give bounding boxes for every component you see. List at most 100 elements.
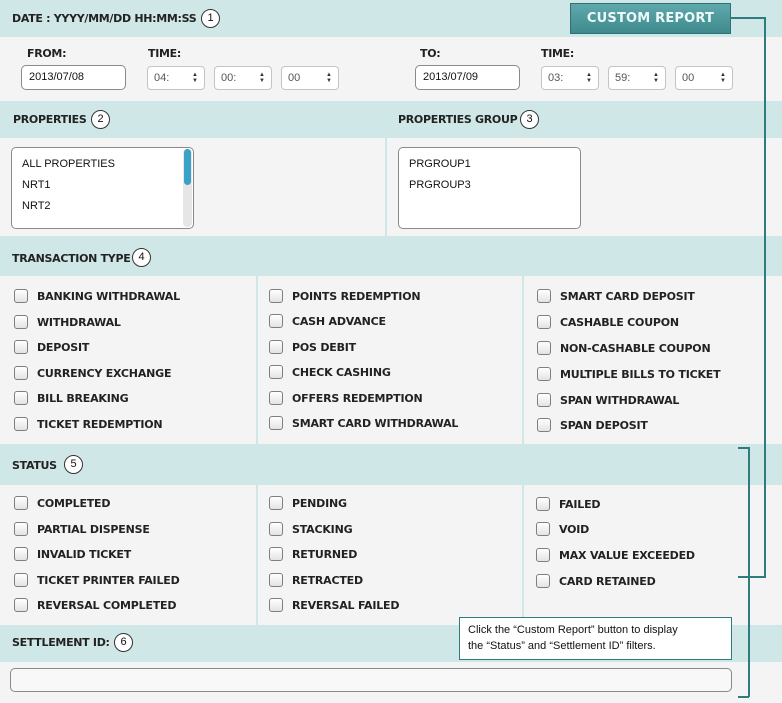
checkbox-unchecked-icon[interactable] xyxy=(14,289,28,303)
up-down-arrows-icon[interactable]: ▲ ▼ xyxy=(259,72,265,84)
from-minute-spinner[interactable]: 00: ▲ ▼ xyxy=(214,66,272,90)
annotation-callout: Click the “Custom Report” button to disp… xyxy=(459,617,732,660)
up-down-arrows-icon[interactable]: ▲ ▼ xyxy=(653,72,659,84)
checkbox-unchecked-icon[interactable] xyxy=(536,548,550,562)
checkbox-unchecked-icon[interactable] xyxy=(269,496,283,510)
scrollbar-thumb[interactable] xyxy=(184,149,191,185)
checkbox-label: CURRENCY EXCHANGE xyxy=(37,367,172,380)
from-label: FROM: xyxy=(27,47,67,60)
checkbox-unchecked-icon[interactable] xyxy=(269,598,283,612)
callout-number-4: 4 xyxy=(132,248,151,267)
to-second-spinner[interactable]: 00 ▲ ▼ xyxy=(675,66,733,90)
properties-listbox[interactable]: ALL PROPERTIES NRT1 NRT2 xyxy=(11,147,194,229)
status-divider-2 xyxy=(522,485,524,625)
to-label: TO: xyxy=(420,47,441,60)
checkbox-unchecked-icon[interactable] xyxy=(14,315,28,329)
checkbox-unchecked-icon[interactable] xyxy=(537,341,551,355)
checkbox-unchecked-icon[interactable] xyxy=(269,416,283,430)
checkbox-unchecked-icon[interactable] xyxy=(14,522,28,536)
checkbox-label: CASHABLE COUPON xyxy=(560,316,679,329)
checkbox-label: REVERSAL FAILED xyxy=(292,599,400,612)
callout-line-1: Click the “Custom Report” button to disp… xyxy=(468,624,678,636)
checkbox-unchecked-icon[interactable] xyxy=(269,522,283,536)
checkbox-unchecked-icon[interactable] xyxy=(269,365,283,379)
properties-scrollbar[interactable] xyxy=(183,149,192,227)
checkbox-label: MAX VALUE EXCEEDED xyxy=(559,549,695,562)
up-down-arrows-icon[interactable]: ▲ ▼ xyxy=(720,72,726,84)
checkbox-unchecked-icon[interactable] xyxy=(269,573,283,587)
checkbox-label: FAILED xyxy=(559,498,601,511)
callout-number-3: 3 xyxy=(520,110,539,129)
checkbox-unchecked-icon[interactable] xyxy=(536,522,550,536)
from-date-input[interactable]: 2013/07/08 xyxy=(21,65,126,90)
to-time-label: TIME: xyxy=(541,47,574,60)
checkbox-unchecked-icon[interactable] xyxy=(14,547,28,561)
to-second-value: 00 xyxy=(682,72,695,84)
callout-number-1: 1 xyxy=(201,9,220,28)
checkbox-unchecked-icon[interactable] xyxy=(14,598,28,612)
checkbox-label: STACKING xyxy=(292,523,353,536)
checkbox-unchecked-icon[interactable] xyxy=(14,496,28,510)
from-hour-spinner[interactable]: 04: ▲ ▼ xyxy=(147,66,205,90)
checkbox-unchecked-icon[interactable] xyxy=(14,366,28,380)
checkbox-unchecked-icon[interactable] xyxy=(269,340,283,354)
checkbox-unchecked-icon[interactable] xyxy=(537,289,551,303)
to-date-input[interactable]: 2013/07/09 xyxy=(415,65,520,90)
status-bracket-line xyxy=(738,696,749,698)
from-minute-value: 00: xyxy=(221,72,237,84)
checkbox-label: TICKET PRINTER FAILED xyxy=(37,574,180,587)
properties-band xyxy=(0,101,782,138)
checkbox-unchecked-icon[interactable] xyxy=(537,393,551,407)
transaction-divider-2 xyxy=(522,276,524,444)
checkbox-label: SMART CARD WITHDRAWAL xyxy=(292,417,459,430)
properties-divider xyxy=(385,101,387,236)
checkbox-label: CHECK CASHING xyxy=(292,366,391,379)
checkbox-unchecked-icon[interactable] xyxy=(269,314,283,328)
checkbox-unchecked-icon[interactable] xyxy=(269,547,283,561)
checkbox-unchecked-icon[interactable] xyxy=(537,315,551,329)
list-item[interactable]: ALL PROPERTIES xyxy=(22,158,115,170)
to-minute-spinner[interactable]: 59: ▲ ▼ xyxy=(608,66,666,90)
up-down-arrows-icon[interactable]: ▲ ▼ xyxy=(326,72,332,84)
checkbox-label: NON-CASHABLE COUPON xyxy=(560,342,711,355)
connector-line xyxy=(738,576,766,578)
checkbox-unchecked-icon[interactable] xyxy=(537,418,551,432)
checkbox-label: VOID xyxy=(559,523,590,536)
list-item[interactable]: NRT1 xyxy=(22,179,51,191)
callout-line-2: the “Status” and “Settlement ID” filters… xyxy=(468,640,656,652)
status-divider-1 xyxy=(256,485,258,625)
properties-group-listbox[interactable]: PRGROUP1 PRGROUP3 xyxy=(398,147,581,229)
checkbox-label: TICKET REDEMPTION xyxy=(37,418,163,431)
settlement-id-input[interactable] xyxy=(10,668,732,692)
checkbox-label: INVALID TICKET xyxy=(37,548,132,561)
checkbox-unchecked-icon[interactable] xyxy=(536,574,550,588)
checkbox-label: SPAN WITHDRAWAL xyxy=(560,394,680,407)
up-down-arrows-icon[interactable]: ▲ ▼ xyxy=(192,72,198,84)
checkbox-unchecked-icon[interactable] xyxy=(14,573,28,587)
from-second-spinner[interactable]: 00 ▲ ▼ xyxy=(281,66,339,90)
checkbox-unchecked-icon[interactable] xyxy=(536,497,550,511)
list-item[interactable]: NRT2 xyxy=(22,200,51,212)
list-item[interactable]: PRGROUP1 xyxy=(409,158,471,170)
checkbox-label: POINTS REDEMPTION xyxy=(292,290,421,303)
transaction-divider-1 xyxy=(256,276,258,444)
checkbox-label: BANKING WITHDRAWAL xyxy=(37,290,180,303)
checkbox-label: DEPOSIT xyxy=(37,341,90,354)
checkbox-unchecked-icon[interactable] xyxy=(14,340,28,354)
custom-report-button[interactable]: CUSTOM REPORT xyxy=(570,3,731,34)
checkbox-unchecked-icon[interactable] xyxy=(269,289,283,303)
checkbox-unchecked-icon[interactable] xyxy=(14,391,28,405)
settlement-id-label: SETTLEMENT ID: xyxy=(12,636,110,649)
to-hour-value: 03: xyxy=(548,72,564,84)
to-hour-spinner[interactable]: 03: ▲ ▼ xyxy=(541,66,599,90)
properties-group-label: PROPERTIES GROUP xyxy=(398,113,518,126)
checkbox-label: COMPLETED xyxy=(37,497,111,510)
callout-number-2: 2 xyxy=(91,110,110,129)
checkbox-unchecked-icon[interactable] xyxy=(14,417,28,431)
checkbox-unchecked-icon[interactable] xyxy=(537,367,551,381)
checkbox-label: SPAN DEPOSIT xyxy=(560,419,648,432)
checkbox-unchecked-icon[interactable] xyxy=(269,391,283,405)
list-item[interactable]: PRGROUP3 xyxy=(409,179,471,191)
from-hour-value: 04: xyxy=(154,72,170,84)
up-down-arrows-icon[interactable]: ▲ ▼ xyxy=(586,72,592,84)
